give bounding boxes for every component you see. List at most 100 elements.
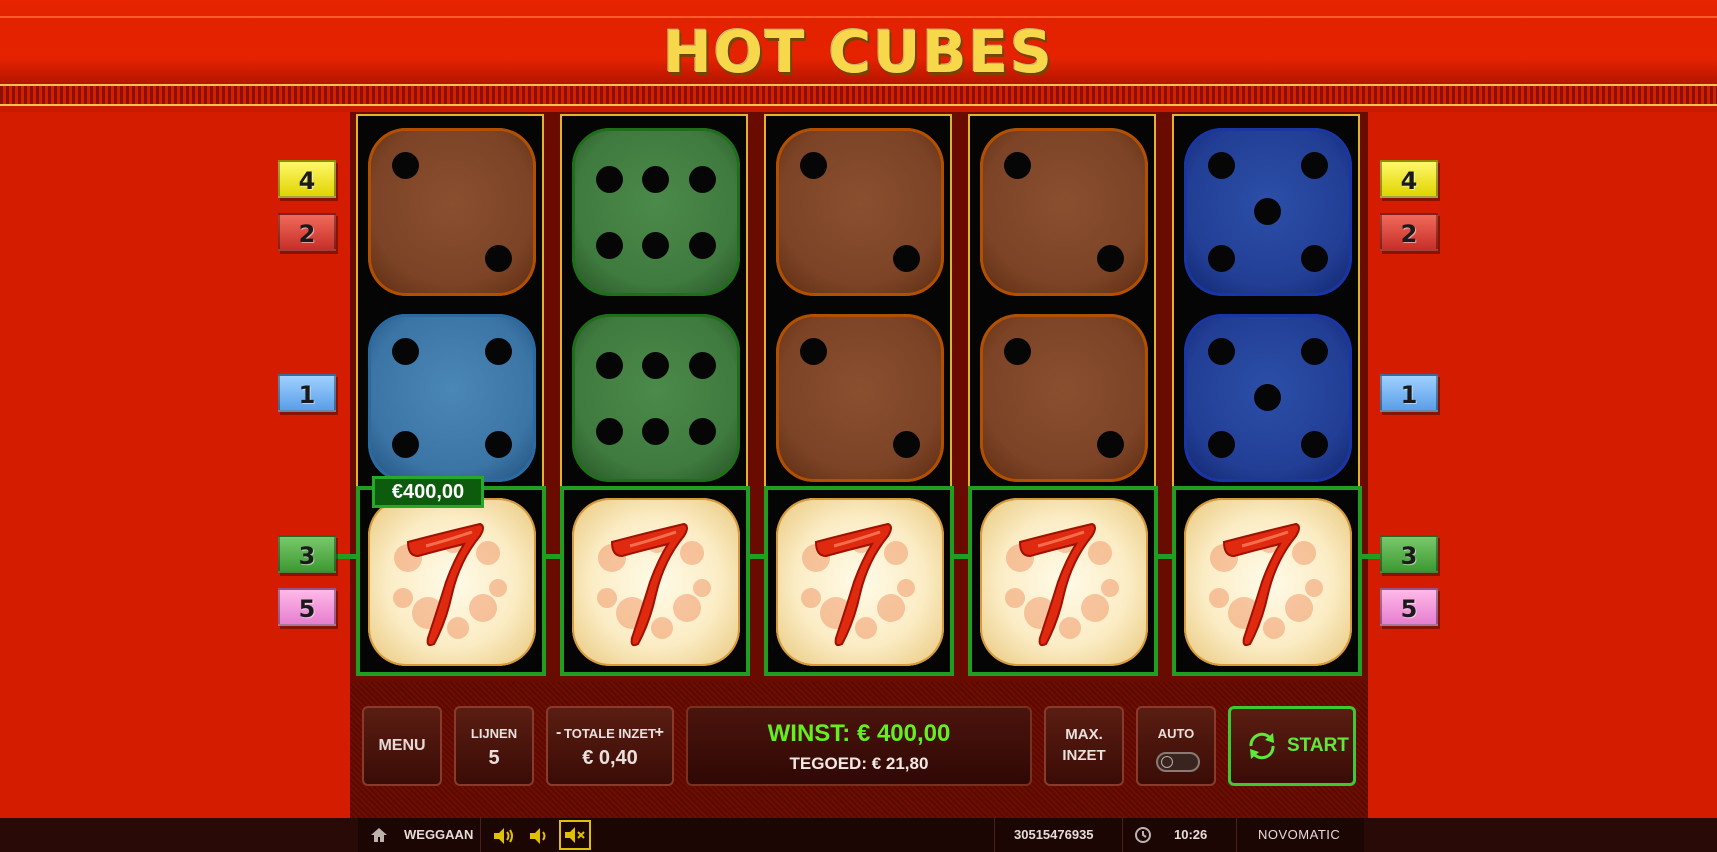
die-pip bbox=[689, 166, 716, 193]
die-middle bbox=[368, 314, 536, 482]
die-pip bbox=[1301, 245, 1328, 272]
win-frame-reel-2 bbox=[560, 486, 750, 676]
clock-time: 10:26 bbox=[1174, 827, 1208, 842]
line-marker-left[interactable]: 4 bbox=[278, 160, 336, 198]
win-frame-reel-5 bbox=[1172, 486, 1362, 676]
max-bet-label-1: MAX. bbox=[1065, 726, 1103, 743]
lines-label: LIJNEN bbox=[470, 726, 518, 741]
die-middle bbox=[1184, 314, 1352, 482]
die-middle bbox=[572, 314, 740, 482]
header-stripes bbox=[0, 84, 1717, 106]
bet-increase-button[interactable]: + bbox=[655, 724, 664, 742]
session-id: 30515476935 bbox=[1014, 827, 1094, 842]
bet-value: € 0,40 bbox=[582, 747, 638, 769]
bet-decrease-button[interactable]: - bbox=[556, 724, 561, 742]
die-pip bbox=[689, 352, 716, 379]
die-pip bbox=[1254, 384, 1281, 411]
die-pip bbox=[392, 338, 419, 365]
line-win-badge: €400,00 bbox=[372, 476, 484, 508]
menu-button[interactable]: MENU bbox=[362, 706, 442, 786]
header-bar: HOT CUBES bbox=[0, 0, 1717, 112]
status-separator bbox=[1236, 818, 1237, 852]
die-pip bbox=[1208, 431, 1235, 458]
die-pip bbox=[485, 431, 512, 458]
line-marker-left[interactable]: 2 bbox=[278, 213, 336, 251]
die-pip bbox=[1097, 245, 1124, 272]
sound-fx-icon[interactable] bbox=[492, 826, 516, 846]
auto-label: AUTO bbox=[1157, 726, 1195, 741]
status-separator bbox=[1122, 818, 1123, 852]
die-pip bbox=[642, 418, 669, 445]
die-pip bbox=[893, 245, 920, 272]
game-title: HOT CUBES bbox=[663, 18, 1054, 86]
die-pip bbox=[392, 152, 419, 179]
bet-label: TOTALE INZET bbox=[564, 726, 656, 741]
status-separator bbox=[994, 818, 995, 852]
lines-value: 5 bbox=[488, 747, 500, 769]
max-bet-label-2: INZET bbox=[1062, 747, 1106, 764]
lines-button[interactable]: LIJNEN 5 bbox=[454, 706, 534, 786]
volume-icon[interactable] bbox=[528, 826, 550, 846]
die-pip bbox=[800, 152, 827, 179]
line-marker-right[interactable]: 3 bbox=[1380, 535, 1438, 573]
mute-button[interactable] bbox=[559, 820, 591, 850]
die-pip bbox=[1254, 198, 1281, 225]
die-middle bbox=[776, 314, 944, 482]
brand-logo: NOVOMATIC bbox=[1258, 827, 1341, 842]
die-pip bbox=[596, 232, 623, 259]
leave-button[interactable]: WEGGAAN bbox=[404, 818, 473, 852]
die-pip bbox=[1208, 338, 1235, 365]
die-top bbox=[368, 128, 536, 296]
clock-icon bbox=[1135, 827, 1151, 843]
line-marker-right[interactable]: 4 bbox=[1380, 160, 1438, 198]
max-bet-button[interactable]: MAX. INZET bbox=[1044, 706, 1124, 786]
die-top bbox=[572, 128, 740, 296]
spin-arrows-icon bbox=[1249, 732, 1275, 760]
credit-amount: TEGOED: € 21,80 bbox=[789, 754, 929, 773]
die-pip bbox=[1004, 338, 1031, 365]
mute-icon bbox=[565, 827, 585, 843]
win-frame-reel-3 bbox=[764, 486, 954, 676]
start-button[interactable]: START bbox=[1228, 706, 1356, 786]
die-pip bbox=[1301, 338, 1328, 365]
die-pip bbox=[642, 352, 669, 379]
win-display: WINST: € 400,00 TEGOED: € 21,80 bbox=[686, 706, 1032, 786]
die-pip bbox=[1097, 431, 1124, 458]
die-top bbox=[1184, 128, 1352, 296]
status-separator bbox=[480, 818, 481, 852]
die-top bbox=[776, 128, 944, 296]
die-pip bbox=[642, 166, 669, 193]
line-marker-right[interactable]: 2 bbox=[1380, 213, 1438, 251]
win-amount: WINST: € 400,00 bbox=[767, 720, 951, 747]
autoplay-button[interactable]: AUTO bbox=[1136, 706, 1216, 786]
line-marker-right[interactable]: 5 bbox=[1380, 588, 1438, 626]
die-pip bbox=[1208, 245, 1235, 272]
win-frame-reel-4 bbox=[968, 486, 1158, 676]
start-label: START bbox=[1287, 735, 1349, 756]
die-pip bbox=[485, 338, 512, 365]
die-pip bbox=[893, 431, 920, 458]
line-marker-left[interactable]: 1 bbox=[278, 374, 336, 412]
die-pip bbox=[596, 166, 623, 193]
total-bet-control: - TOTALE INZET + € 0,40 bbox=[546, 706, 674, 786]
home-icon[interactable] bbox=[370, 826, 388, 844]
win-frame-reel-1 bbox=[356, 486, 546, 676]
toggle-knob bbox=[1161, 756, 1173, 768]
bet-header: - TOTALE INZET + bbox=[548, 724, 672, 742]
line-marker-right[interactable]: 1 bbox=[1380, 374, 1438, 412]
die-pip bbox=[1301, 152, 1328, 179]
die-pip bbox=[596, 352, 623, 379]
die-middle bbox=[980, 314, 1148, 482]
die-pip bbox=[596, 418, 623, 445]
die-pip bbox=[485, 245, 512, 272]
die-pip bbox=[642, 232, 669, 259]
die-pip bbox=[392, 431, 419, 458]
die-pip bbox=[800, 338, 827, 365]
die-top bbox=[980, 128, 1148, 296]
line-marker-left[interactable]: 3 bbox=[278, 535, 336, 573]
autoplay-toggle[interactable] bbox=[1156, 752, 1200, 772]
die-pip bbox=[1004, 152, 1031, 179]
die-pip bbox=[689, 232, 716, 259]
line-marker-left[interactable]: 5 bbox=[278, 588, 336, 626]
die-pip bbox=[1208, 152, 1235, 179]
